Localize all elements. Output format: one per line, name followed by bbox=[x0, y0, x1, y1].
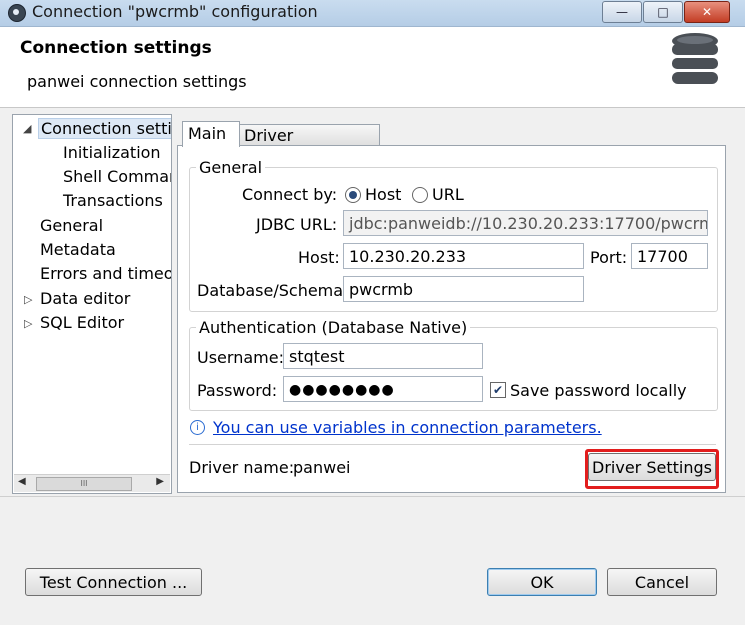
ok-button[interactable]: OK bbox=[487, 568, 597, 596]
host-radio-label[interactable]: Host bbox=[365, 185, 401, 204]
jdbc-url-label: JDBC URL: bbox=[256, 215, 338, 234]
port-field[interactable]: 17700 bbox=[631, 243, 708, 269]
driver-name-value: panwei bbox=[293, 458, 351, 477]
connect-by-label: Connect by: bbox=[242, 185, 338, 204]
highlight-box bbox=[585, 449, 719, 489]
nav-item-shell-commands[interactable]: Shell Commar bbox=[63, 167, 171, 186]
scroll-left-icon[interactable]: ◀ bbox=[18, 476, 26, 487]
nav-item-sql-editor[interactable]: SQL Editor bbox=[40, 313, 124, 332]
save-password-label[interactable]: Save password locally bbox=[510, 381, 687, 400]
tab-main[interactable]: Main bbox=[182, 121, 240, 147]
variables-help-link[interactable]: You can use variables in connection para… bbox=[213, 418, 602, 437]
tab-driver-properties[interactable]: Driver properties bbox=[238, 124, 380, 167]
database-field[interactable]: pwcrmb bbox=[343, 276, 584, 302]
app-icon bbox=[8, 4, 26, 22]
host-label: Host: bbox=[298, 248, 340, 267]
nav-item-general[interactable]: General bbox=[40, 216, 103, 235]
database-label: Database/Schema: bbox=[197, 281, 349, 300]
cancel-button[interactable]: Cancel bbox=[607, 568, 717, 596]
database-icon bbox=[672, 33, 718, 84]
dialog-header: Connection settings panwei connection se… bbox=[0, 27, 745, 108]
close-button[interactable]: ✕ bbox=[684, 1, 730, 23]
settings-nav-tree: ◢ Connection setti Initialization Shell … bbox=[12, 114, 172, 494]
minimize-button[interactable]: — bbox=[602, 1, 642, 23]
driver-name-label: Driver name: bbox=[189, 458, 295, 477]
scroll-thumb[interactable]: III bbox=[36, 477, 132, 491]
host-field[interactable]: 10.230.20.233 bbox=[343, 243, 584, 269]
title-bar: Connection "pwcrmb" configuration — □ ✕ bbox=[0, 0, 745, 27]
nav-item-metadata[interactable]: Metadata bbox=[40, 240, 116, 259]
nav-item-data-editor[interactable]: Data editor bbox=[40, 289, 130, 308]
nav-item-errors-timeouts[interactable]: Errors and timeo bbox=[40, 264, 171, 283]
nav-item-connection-settings[interactable]: Connection setti bbox=[38, 118, 171, 139]
username-label: Username: bbox=[197, 348, 284, 367]
expand-arrow-icon[interactable]: ◢ bbox=[23, 122, 31, 135]
maximize-button[interactable]: □ bbox=[643, 1, 683, 23]
port-label: Port: bbox=[590, 248, 628, 267]
header-title: Connection settings bbox=[20, 38, 212, 58]
password-label: Password: bbox=[197, 381, 278, 400]
jdbc-url-field[interactable]: jdbc:panweidb://10.230.20.233:17700/pwcr… bbox=[343, 210, 708, 236]
password-field[interactable]: ●●●●●●●● bbox=[283, 376, 483, 402]
auth-legend: Authentication (Database Native) bbox=[199, 318, 468, 337]
url-radio-label[interactable]: URL bbox=[432, 185, 464, 204]
window-title: Connection "pwcrmb" configuration bbox=[32, 2, 318, 21]
horizontal-scrollbar[interactable]: ◀ III ▶ bbox=[14, 474, 170, 492]
info-icon: i bbox=[190, 420, 205, 435]
general-legend: General bbox=[199, 158, 263, 177]
nav-item-initialization[interactable]: Initialization bbox=[63, 143, 161, 162]
url-radio[interactable] bbox=[412, 187, 428, 203]
scroll-right-icon[interactable]: ▶ bbox=[156, 476, 164, 487]
username-field[interactable]: stqtest bbox=[283, 343, 483, 369]
separator bbox=[189, 444, 716, 445]
host-radio[interactable] bbox=[345, 187, 361, 203]
footer-separator bbox=[0, 496, 745, 497]
collapse-arrow-icon[interactable]: ▷ bbox=[24, 293, 32, 306]
collapse-arrow-icon[interactable]: ▷ bbox=[24, 317, 32, 330]
save-password-checkbox[interactable]: ✔ bbox=[490, 382, 506, 398]
nav-item-transactions[interactable]: Transactions bbox=[63, 191, 163, 210]
test-connection-button[interactable]: Test Connection ... bbox=[25, 568, 202, 596]
header-subtitle: panwei connection settings bbox=[27, 72, 247, 91]
